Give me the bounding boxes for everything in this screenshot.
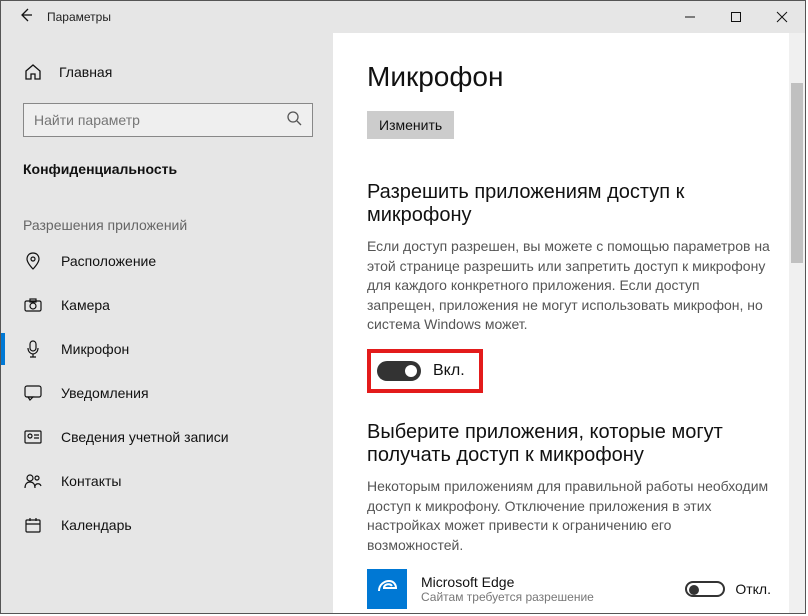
app-row: Microsoft Edge Сайтам требуется разрешен… — [367, 569, 771, 609]
scroll-thumb[interactable] — [791, 83, 803, 263]
sidebar-item-label: Камера — [61, 297, 110, 313]
sidebar-item-label: Контакты — [61, 473, 121, 489]
search-icon — [286, 110, 302, 131]
sidebar-item-label: Микрофон — [61, 341, 129, 357]
allow-apps-title: Разрешить приложениям доступ к микрофону — [367, 181, 771, 227]
change-button[interactable]: Изменить — [367, 111, 454, 139]
settings-window: Параметры Главная — [0, 0, 806, 614]
sidebar-item-label: Сведения учетной записи — [61, 429, 229, 445]
home-icon — [23, 63, 43, 81]
notifications-icon — [23, 385, 43, 401]
camera-icon — [23, 298, 43, 312]
maximize-button[interactable] — [713, 1, 759, 33]
app-toggle-label: Откл. — [735, 581, 771, 597]
home-label: Главная — [59, 64, 112, 80]
sidebar-item-location[interactable]: Расположение — [1, 239, 333, 283]
app-name: Microsoft Edge — [421, 574, 671, 590]
toggle-state-label: Вкл. — [433, 362, 465, 380]
sidebar-item-contacts[interactable]: Контакты — [1, 459, 333, 503]
account-info-icon — [23, 430, 43, 444]
calendar-icon — [23, 517, 43, 533]
back-icon[interactable] — [19, 8, 33, 27]
sidebar-item-account-info[interactable]: Сведения учетной записи — [1, 415, 333, 459]
microphone-icon — [23, 340, 43, 358]
close-button[interactable] — [759, 1, 805, 33]
sidebar-item-microphone[interactable]: Микрофон — [1, 327, 333, 371]
sidebar-item-notifications[interactable]: Уведомления — [1, 371, 333, 415]
location-icon — [23, 252, 43, 270]
choose-apps-title: Выберите приложения, которые могут получ… — [367, 421, 771, 467]
sidebar: Главная Конфиденциальность Разрешения пр… — [1, 33, 333, 613]
home-nav[interactable]: Главная — [1, 55, 333, 89]
sidebar-section-header: Конфиденциальность — [1, 137, 333, 187]
highlight-box: Вкл. — [367, 349, 483, 393]
sidebar-item-label: Расположение — [61, 253, 156, 269]
sidebar-item-label: Уведомления — [61, 385, 149, 401]
edge-icon — [367, 569, 407, 609]
sidebar-item-calendar[interactable]: Календарь — [1, 503, 333, 547]
app-sub: Сайтам требуется разрешение — [421, 590, 671, 604]
contacts-icon — [23, 473, 43, 489]
sidebar-item-camera[interactable]: Камера — [1, 283, 333, 327]
window-title: Параметры — [47, 10, 111, 24]
scrollbar[interactable] — [789, 33, 805, 613]
choose-apps-desc: Некоторым приложениям для правильной раб… — [367, 477, 771, 555]
allow-apps-desc: Если доступ разрешен, вы можете с помощь… — [367, 237, 771, 335]
content-area: Микрофон Изменить Разрешить приложениям … — [333, 33, 805, 613]
sidebar-subsection-header: Разрешения приложений — [1, 187, 333, 239]
page-title: Микрофон — [367, 61, 771, 93]
titlebar: Параметры — [1, 1, 805, 33]
search-input[interactable] — [34, 112, 274, 128]
search-input-wrap[interactable] — [23, 103, 313, 137]
app-toggle[interactable] — [685, 581, 725, 597]
minimize-button[interactable] — [667, 1, 713, 33]
allow-apps-toggle[interactable] — [377, 361, 421, 381]
sidebar-item-label: Календарь — [61, 517, 132, 533]
